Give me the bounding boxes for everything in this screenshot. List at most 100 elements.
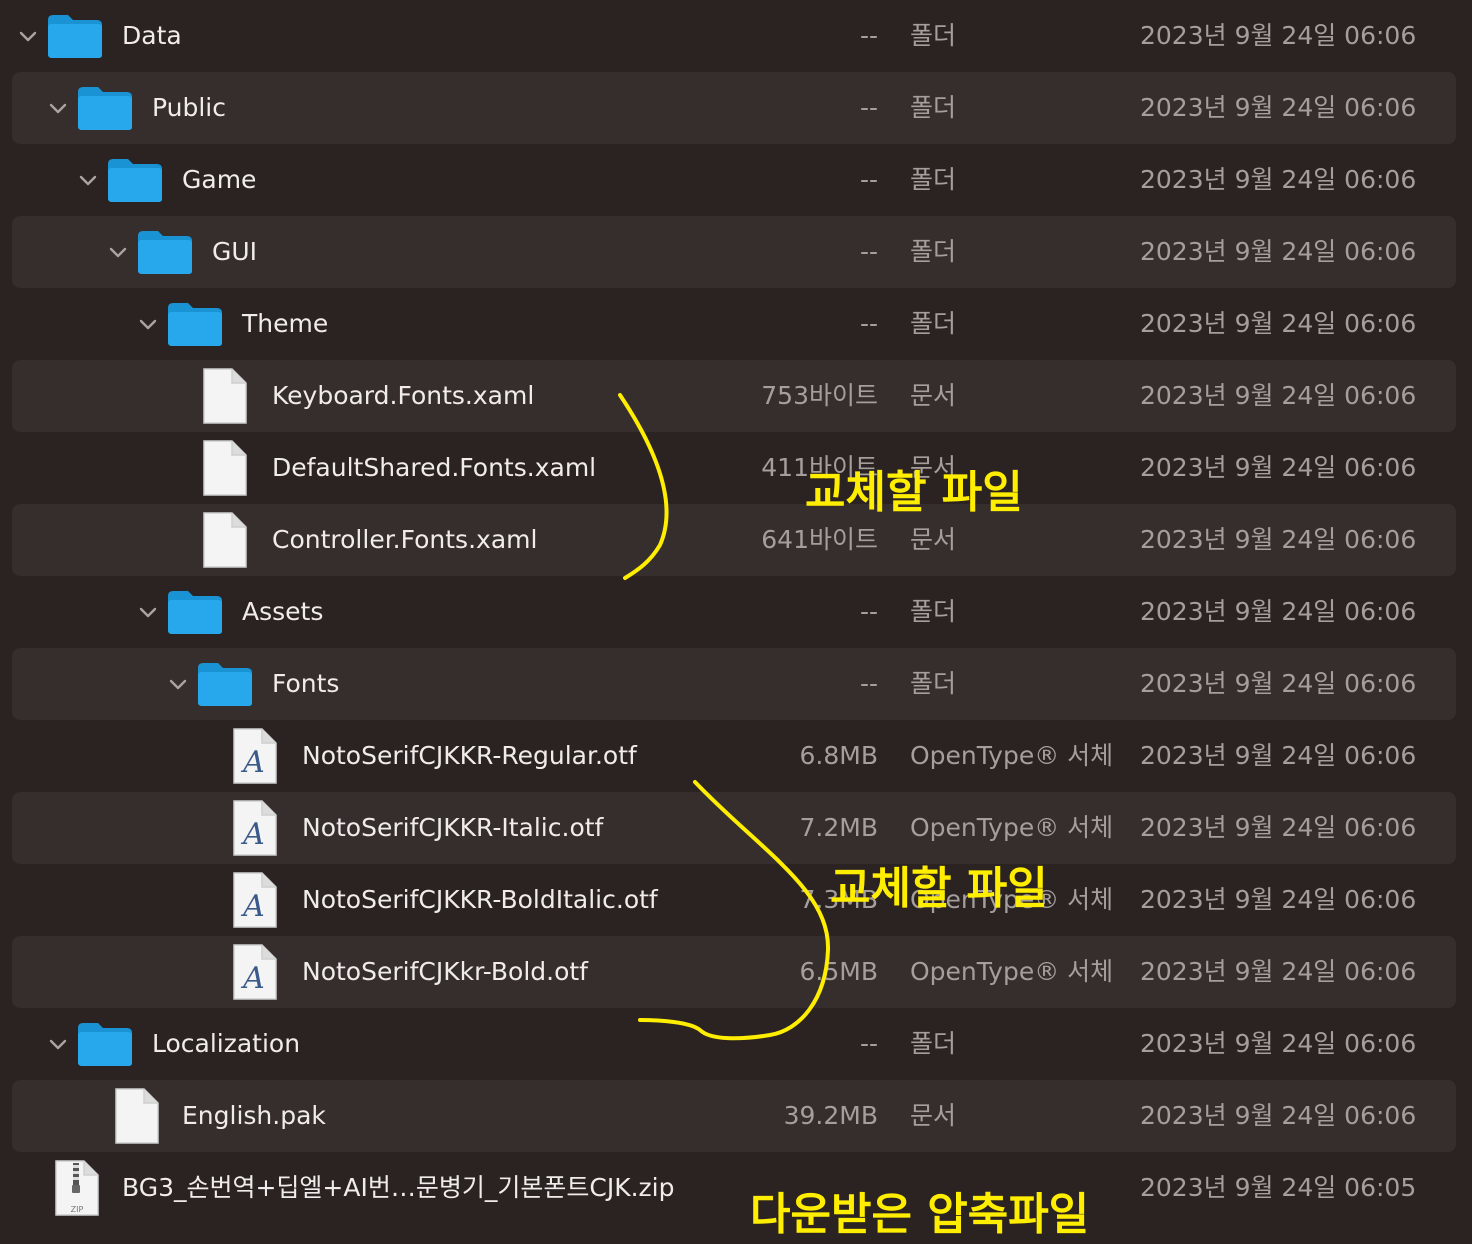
- file-kind: 폴더: [910, 21, 957, 50]
- disclosure-chevron-icon[interactable]: [168, 674, 188, 694]
- file-kind: 폴더: [910, 1029, 957, 1058]
- file-name: NotoSerifCJKkr-Bold.otf: [302, 957, 588, 986]
- folder-icon: [196, 660, 254, 712]
- file-kind: 폴더: [910, 669, 957, 698]
- folder-icon: [136, 228, 194, 280]
- file-size: --: [859, 309, 878, 338]
- document-icon: [202, 511, 248, 573]
- list-row[interactable]: A NotoSerifCJKKR-Italic.otf 7.2MB OpenType®…: [12, 792, 1456, 864]
- list-row[interactable]: ZIP BG3_손번역+딥엘+AI번…문병기_기본폰트CJK.zip 2023년 9…: [12, 1152, 1456, 1224]
- file-kind: 폴더: [910, 237, 957, 266]
- font-file-icon: A: [232, 871, 278, 933]
- folder-icon: [76, 84, 134, 136]
- disclosure-chevron-icon[interactable]: [18, 26, 38, 46]
- annotation-downloaded-zip: 다운받은 압축파일: [750, 1189, 1090, 1240]
- file-size: --: [859, 237, 878, 266]
- file-name: DefaultShared.Fonts.xaml: [272, 453, 597, 482]
- file-name: BG3_손번역+딥엘+AI번…문병기_기본폰트CJK.zip: [122, 1173, 675, 1202]
- file-kind: OpenType® 서체: [910, 741, 1114, 770]
- list-row[interactable]: Keyboard.Fonts.xaml 753바이트 문서 2023년 9월 24일 …: [12, 360, 1456, 432]
- font-file-icon: A: [232, 943, 278, 1005]
- disclosure-chevron-icon[interactable]: [138, 314, 158, 334]
- file-date: 2023년 9월 24일 06:05: [1140, 1173, 1417, 1202]
- file-name: GUI: [212, 237, 258, 266]
- file-name: NotoSerifCJKKR-Regular.otf: [302, 741, 637, 770]
- file-name: Theme: [242, 309, 329, 338]
- file-size: 39.2MB: [783, 1101, 878, 1130]
- file-name: Game: [182, 165, 257, 194]
- list-row[interactable]: Data -- 폴더 2023년 9월 24일 06:06: [12, 0, 1456, 72]
- file-name: Controller.Fonts.xaml: [272, 525, 538, 554]
- file-date: 2023년 9월 24일 06:06: [1140, 21, 1417, 50]
- folder-icon: [166, 588, 224, 640]
- list-row[interactable]: Fonts -- 폴더 2023년 9월 24일 06:06: [12, 648, 1456, 720]
- file-date: 2023년 9월 24일 06:06: [1140, 381, 1417, 410]
- list-row[interactable]: Public -- 폴더 2023년 9월 24일 06:06: [12, 72, 1456, 144]
- file-date: 2023년 9월 24일 06:06: [1140, 309, 1417, 338]
- file-date: 2023년 9월 24일 06:06: [1140, 885, 1417, 914]
- list-row[interactable]: Game -- 폴더 2023년 9월 24일 06:06: [12, 144, 1456, 216]
- list-row[interactable]: Theme -- 폴더 2023년 9월 24일 06:06: [12, 288, 1456, 360]
- file-date: 2023년 9월 24일 06:06: [1140, 741, 1417, 770]
- file-size: --: [859, 669, 878, 698]
- file-date: 2023년 9월 24일 06:06: [1140, 165, 1417, 194]
- file-date: 2023년 9월 24일 06:06: [1140, 669, 1417, 698]
- file-date: 2023년 9월 24일 06:06: [1140, 237, 1417, 266]
- disclosure-chevron-icon[interactable]: [138, 602, 158, 622]
- file-name: English.pak: [182, 1101, 326, 1130]
- file-size: --: [859, 1029, 878, 1058]
- list-row[interactable]: GUI -- 폴더 2023년 9월 24일 06:06: [12, 216, 1456, 288]
- disclosure-chevron-icon[interactable]: [78, 170, 98, 190]
- file-name: Fonts: [272, 669, 340, 698]
- disclosure-chevron-icon[interactable]: [108, 242, 128, 262]
- annotation-replace-files-2: 교체할 파일: [830, 863, 1048, 914]
- list-row[interactable]: Localization -- 폴더 2023년 9월 24일 06:06: [12, 1008, 1456, 1080]
- svg-text:A: A: [240, 817, 265, 852]
- folder-icon: [76, 1020, 134, 1072]
- file-date: 2023년 9월 24일 06:06: [1140, 1101, 1417, 1130]
- file-size: --: [859, 597, 878, 626]
- document-icon: [202, 439, 248, 501]
- file-kind: 문서: [910, 1101, 957, 1130]
- file-size: 753바이트: [761, 381, 878, 410]
- file-date: 2023년 9월 24일 06:06: [1140, 453, 1417, 482]
- annotation-replace-files-1: 교체할 파일: [805, 467, 1023, 518]
- file-list: Data -- 폴더 2023년 9월 24일 06:06 Public -- 폴더 2023…: [0, 0, 1472, 1244]
- list-row[interactable]: English.pak 39.2MB 문서 2023년 9월 24일 06:06: [12, 1080, 1456, 1152]
- list-row[interactable]: A NotoSerifCJKkr-Bold.otf 6.5MB OpenType® 서…: [12, 936, 1456, 1008]
- file-size: 6.8MB: [799, 741, 878, 770]
- document-icon: [114, 1087, 160, 1149]
- folder-icon: [46, 12, 104, 64]
- file-name: NotoSerifCJKKR-Italic.otf: [302, 813, 604, 842]
- file-date: 2023년 9월 24일 06:06: [1140, 813, 1417, 842]
- svg-text:A: A: [240, 745, 265, 780]
- file-name: Localization: [152, 1029, 301, 1058]
- list-row[interactable]: DefaultShared.Fonts.xaml 411바이트 문서 2023년 9월…: [12, 432, 1456, 504]
- file-size: 6.5MB: [799, 957, 878, 986]
- list-row[interactable]: Assets -- 폴더 2023년 9월 24일 06:06: [12, 576, 1456, 648]
- svg-text:A: A: [240, 961, 265, 996]
- file-size: --: [859, 93, 878, 122]
- file-kind: 폴더: [910, 93, 957, 122]
- file-name: Assets: [242, 597, 324, 626]
- folder-icon: [166, 300, 224, 352]
- file-date: 2023년 9월 24일 06:06: [1140, 93, 1417, 122]
- font-file-icon: A: [232, 727, 278, 789]
- document-icon: [202, 367, 248, 429]
- font-file-icon: A: [232, 799, 278, 861]
- file-size: --: [859, 21, 878, 50]
- folder-icon: [106, 156, 164, 208]
- disclosure-chevron-icon[interactable]: [48, 1034, 68, 1054]
- list-row[interactable]: A NotoSerifCJKKR-BoldItalic.otf 7.3MB OpenT…: [12, 864, 1456, 936]
- list-row[interactable]: A NotoSerifCJKKR-Regular.otf 6.8MB OpenType…: [12, 720, 1456, 792]
- file-name: NotoSerifCJKKR-BoldItalic.otf: [302, 885, 658, 914]
- file-kind: 문서: [910, 381, 957, 410]
- file-date: 2023년 9월 24일 06:06: [1140, 1029, 1417, 1058]
- file-size: --: [859, 165, 878, 194]
- disclosure-chevron-icon[interactable]: [48, 98, 68, 118]
- file-kind: 폴더: [910, 309, 957, 338]
- file-kind: OpenType® 서체: [910, 957, 1114, 986]
- file-date: 2023년 9월 24일 06:06: [1140, 957, 1417, 986]
- file-name: Data: [122, 21, 182, 50]
- list-row[interactable]: Controller.Fonts.xaml 641바이트 문서 2023년 9월 24…: [12, 504, 1456, 576]
